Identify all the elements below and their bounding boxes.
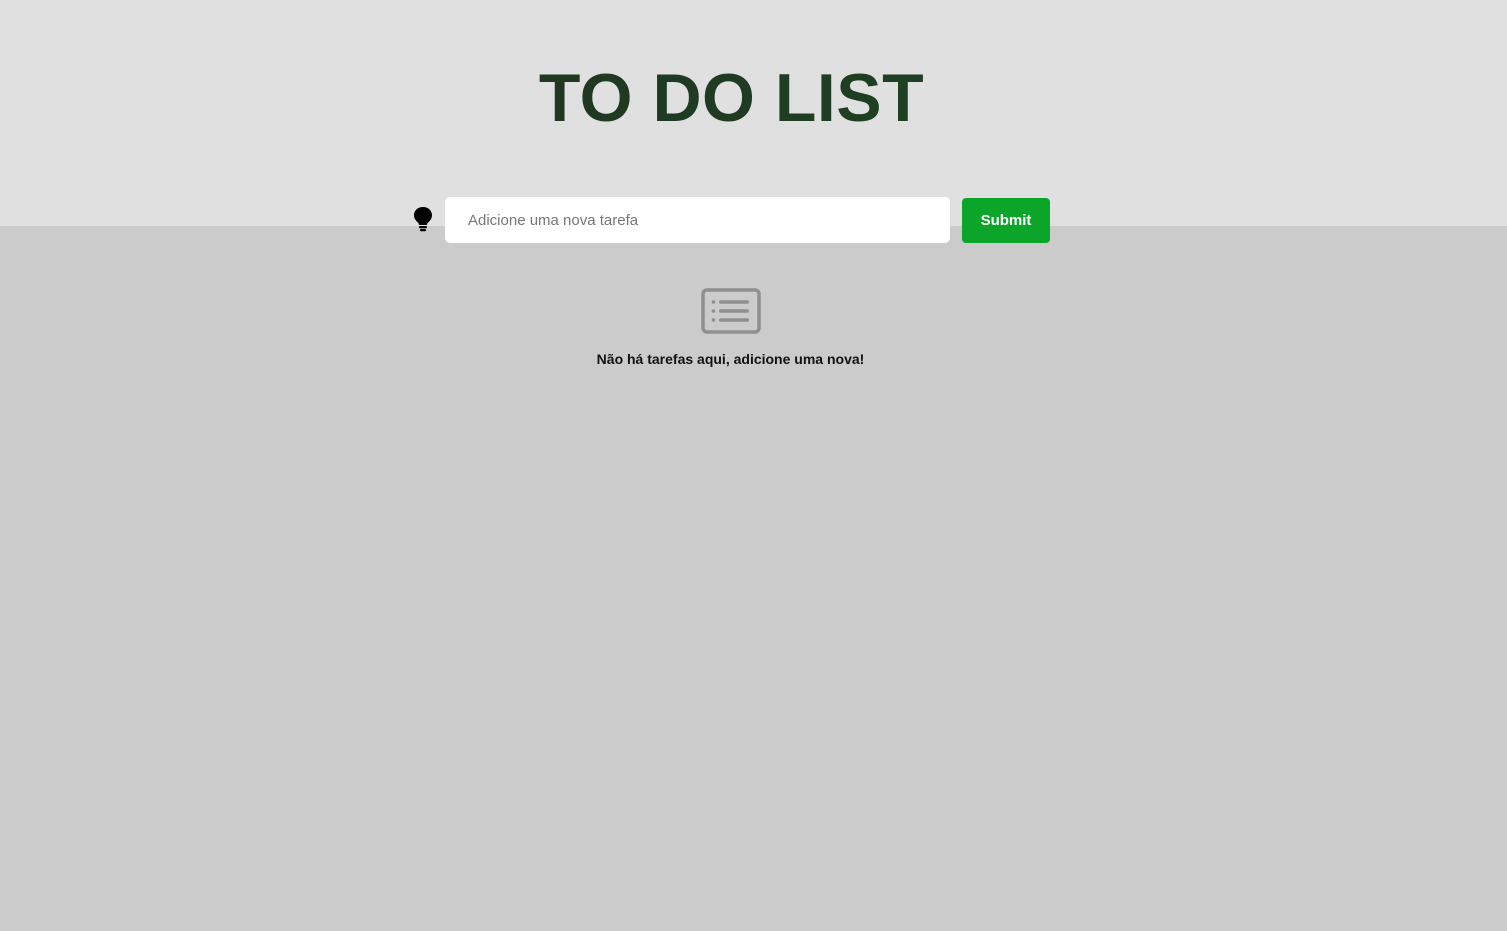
lightbulb-icon <box>414 207 432 232</box>
theme-toggle-button[interactable] <box>410 205 436 233</box>
list-icon <box>700 288 761 334</box>
empty-message: Não há tarefas aqui, adicione uma nova! <box>596 351 865 367</box>
page-title: TO DO LIST <box>0 62 1463 134</box>
submit-button[interactable]: Submit <box>962 198 1050 243</box>
empty-state: Não há tarefas aqui, adicione uma nova! <box>0 288 1461 367</box>
new-task-input[interactable] <box>445 197 950 243</box>
header: TO DO LIST <box>0 0 1507 226</box>
